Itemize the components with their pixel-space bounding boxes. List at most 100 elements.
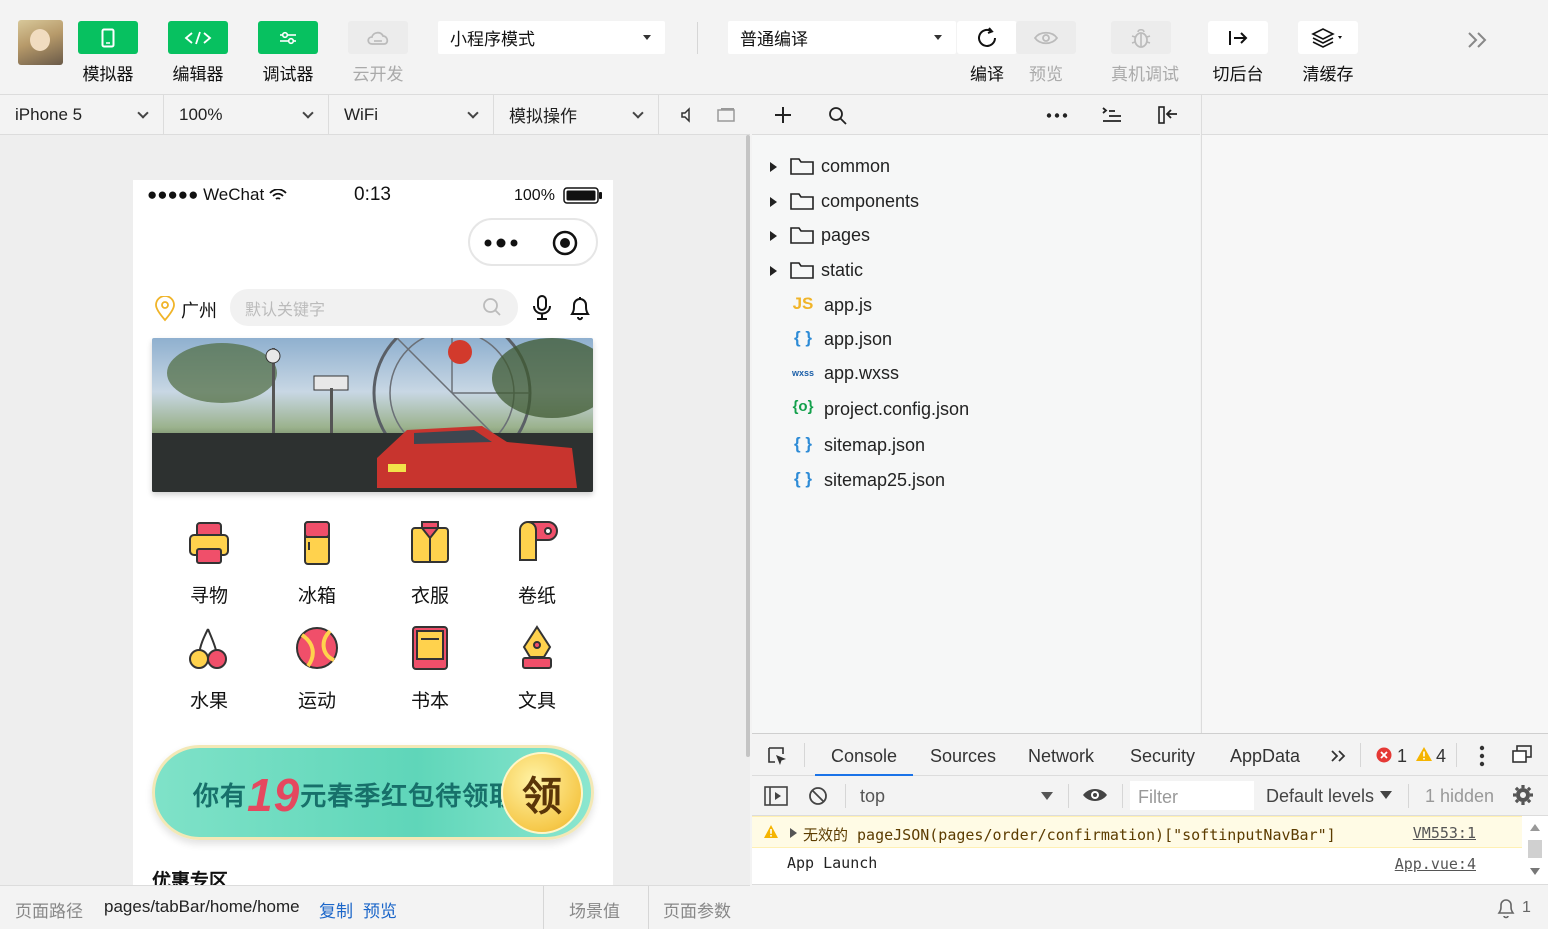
- tree-file-app-json[interactable]: { } app.json: [752, 322, 1200, 356]
- tree-folder-static[interactable]: static: [752, 253, 1200, 287]
- warning-count: 4: [1436, 746, 1447, 766]
- json-file-icon: { }: [794, 434, 812, 453]
- window-detach-icon[interactable]: [716, 107, 736, 123]
- cloud-dev-button[interactable]: 云开发: [348, 21, 408, 85]
- more-dots-icon[interactable]: [484, 238, 520, 248]
- editor-toggle-button[interactable]: 编辑器: [168, 21, 228, 85]
- tissue-roll-icon: [519, 521, 558, 561]
- filter-divider: [1122, 784, 1123, 808]
- bell-icon[interactable]: [569, 294, 591, 322]
- tab-network[interactable]: Network: [1028, 746, 1094, 767]
- speaker-icon[interactable]: [679, 107, 695, 123]
- category-item-4[interactable]: 水果: [169, 625, 249, 713]
- play-sidebar-icon[interactable]: [764, 786, 788, 806]
- clear-console-icon[interactable]: [808, 786, 828, 806]
- collapse-list-icon[interactable]: [1101, 107, 1123, 123]
- tree-file-app-js[interactable]: JS app.js: [752, 288, 1200, 322]
- tab-security[interactable]: Security: [1130, 746, 1195, 767]
- zoom-select[interactable]: 100%: [164, 95, 329, 134]
- simulate-operation-value: 模拟操作: [509, 107, 577, 126]
- simulator-scrollbar[interactable]: [746, 135, 750, 757]
- tab-sources[interactable]: Sources: [930, 746, 996, 767]
- microphone-icon[interactable]: [531, 294, 553, 322]
- console-filter-input[interactable]: Filter: [1130, 781, 1254, 810]
- tree-file-sitemap-json[interactable]: { } sitemap.json: [752, 428, 1200, 462]
- vertical-dots-icon[interactable]: [1479, 745, 1485, 767]
- category-item-7[interactable]: 文具: [497, 625, 577, 713]
- close-target-icon[interactable]: [552, 230, 578, 256]
- tab-console[interactable]: Console: [831, 746, 897, 767]
- filter-divider: [845, 784, 846, 808]
- eye-icon[interactable]: [1082, 786, 1108, 804]
- scroll-up-icon[interactable]: [1530, 824, 1540, 831]
- chevron-down-icon: [467, 107, 479, 119]
- copy-path-link[interactable]: 复制: [319, 897, 353, 922]
- simulate-operation-select[interactable]: 模拟操作: [494, 95, 659, 134]
- device-select[interactable]: iPhone 5: [0, 95, 164, 134]
- compile-button[interactable]: 编译: [957, 21, 1017, 85]
- scroll-thumb[interactable]: [1528, 840, 1542, 858]
- home-banner-image[interactable]: [152, 338, 593, 492]
- file-tree-header: [752, 95, 1200, 135]
- category-item-1[interactable]: 冰箱: [277, 520, 357, 608]
- tree-folder-common[interactable]: common: [752, 149, 1200, 183]
- category-item-6[interactable]: 书本: [390, 625, 470, 713]
- warning-source-link[interactable]: VM553:1: [1413, 824, 1476, 842]
- mini-program-capsule: [468, 218, 598, 266]
- network-select[interactable]: WiFi: [329, 95, 494, 134]
- log-levels-select[interactable]: Default levels: [1266, 786, 1374, 807]
- simulator-toggle-button[interactable]: 模拟器: [78, 21, 138, 85]
- undock-icon[interactable]: [1512, 745, 1532, 763]
- debugger-toggle-button[interactable]: 调试器: [258, 21, 318, 85]
- context-select[interactable]: top: [860, 786, 885, 807]
- js-file-icon: JS: [792, 294, 814, 313]
- collapse-sidebar-icon[interactable]: [1157, 105, 1179, 125]
- clear-cache-label: 清缓存: [1302, 65, 1354, 84]
- warning-icon[interactable]: [1415, 746, 1433, 762]
- console-warning-row[interactable]: 无效的 pageJSON(pages/order/confirmation)["…: [752, 816, 1522, 848]
- console-scrollbar[interactable]: [1528, 820, 1542, 880]
- cloud-icon: [367, 31, 389, 45]
- mode-select[interactable]: 小程序模式: [438, 21, 665, 54]
- category-item-3[interactable]: 卷纸: [497, 520, 577, 608]
- error-icon[interactable]: [1376, 747, 1392, 763]
- tree-folder-pages[interactable]: pages: [752, 218, 1200, 252]
- log-source-link[interactable]: App.vue:4: [1395, 855, 1476, 873]
- scroll-down-icon[interactable]: [1530, 868, 1540, 875]
- tree-file-sitemap25-json[interactable]: { } sitemap25.json: [752, 463, 1200, 497]
- page-params-button[interactable]: 页面参数: [663, 897, 731, 922]
- preview-button[interactable]: 预览: [1016, 21, 1076, 85]
- remote-debug-button[interactable]: 真机调试: [1111, 21, 1179, 85]
- expand-arrow-icon[interactable]: [790, 828, 797, 838]
- category-label: 寻物: [189, 586, 228, 607]
- category-item-5[interactable]: 运动: [277, 625, 357, 713]
- tree-folder-components[interactable]: components: [752, 184, 1200, 218]
- location-label[interactable]: 广州: [181, 297, 217, 323]
- clear-cache-button[interactable]: 清缓存: [1298, 21, 1358, 85]
- more-tabs-chevron-icon[interactable]: [1330, 749, 1346, 763]
- notification-bell-icon[interactable]: [1496, 897, 1516, 919]
- background-button[interactable]: 切后台: [1208, 21, 1268, 85]
- folder-icon: [790, 158, 814, 175]
- double-chevron-right-icon[interactable]: [1466, 31, 1490, 49]
- tree-file-app-wxss[interactable]: wxss app.wxss: [752, 356, 1200, 390]
- more-horizontal-icon[interactable]: [1046, 113, 1068, 118]
- plus-icon[interactable]: [774, 106, 792, 124]
- fridge-icon: [304, 521, 330, 565]
- inspect-element-icon[interactable]: [766, 745, 788, 767]
- category-item-2[interactable]: 衣服: [390, 520, 470, 608]
- file-tree: common components pages static JS app.js…: [752, 135, 1200, 733]
- category-item-0[interactable]: 寻物: [169, 520, 249, 608]
- search-icon[interactable]: [828, 106, 848, 126]
- tab-appdata[interactable]: AppData: [1230, 746, 1300, 767]
- search-input[interactable]: 默认关键字: [230, 289, 518, 326]
- scene-value-button[interactable]: 场景值: [569, 897, 620, 922]
- compile-mode-select[interactable]: 普通编译: [728, 21, 956, 54]
- settings-gear-icon[interactable]: [1512, 784, 1534, 806]
- claim-button[interactable]: 领: [501, 752, 583, 834]
- coupon-banner[interactable]: 你有19元春季红包待领取 领: [152, 745, 594, 840]
- editor-pane: [1201, 135, 1548, 733]
- user-avatar[interactable]: [18, 20, 63, 65]
- preview-path-link[interactable]: 预览: [363, 897, 397, 922]
- tree-file-project-config[interactable]: {o} project.config.json: [752, 392, 1200, 426]
